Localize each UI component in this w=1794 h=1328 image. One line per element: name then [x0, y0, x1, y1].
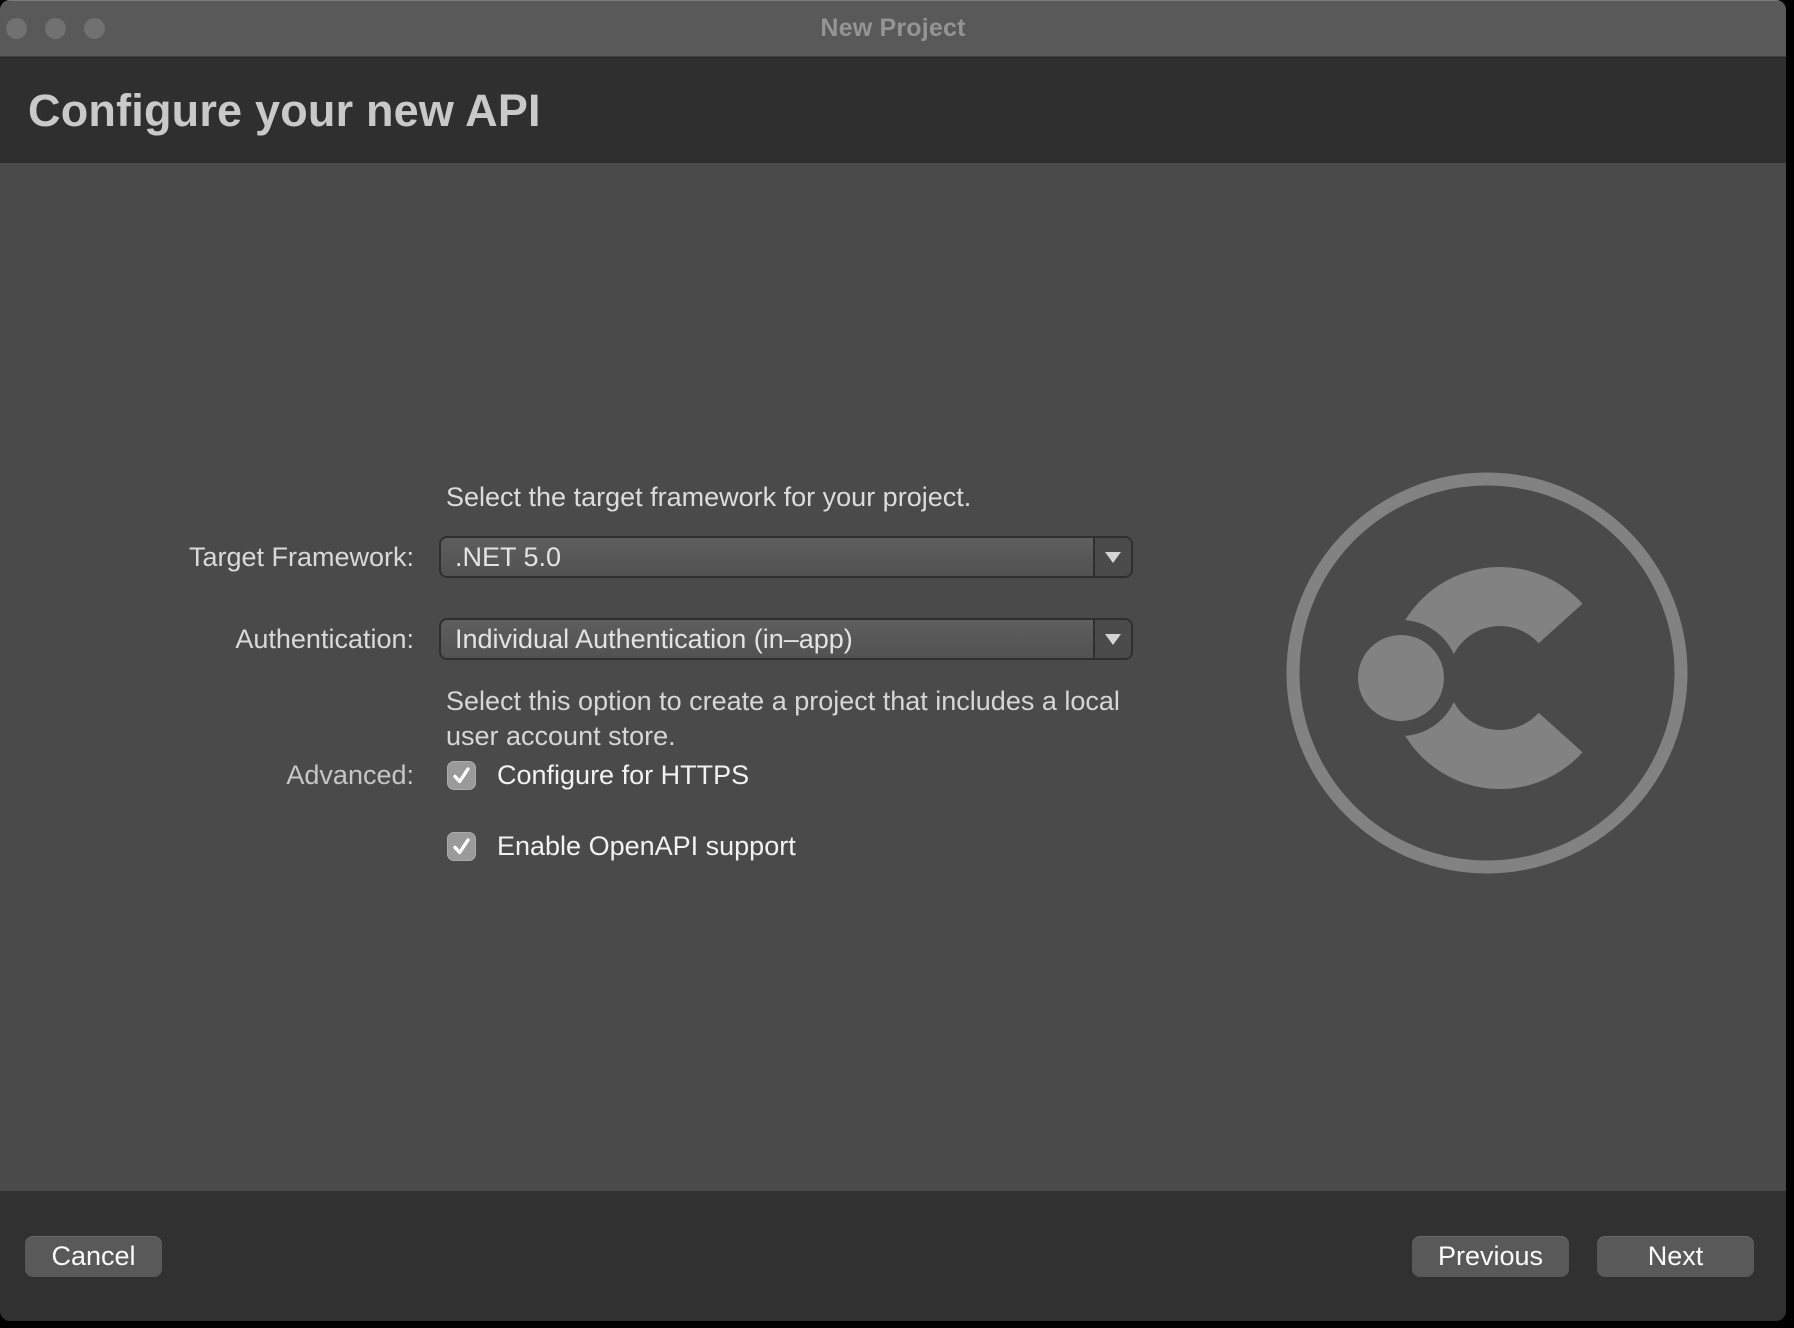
authentication-dropdown-button[interactable]	[1093, 620, 1131, 658]
close-button[interactable]	[6, 18, 27, 39]
advanced-label: Advanced:	[286, 760, 414, 790]
authentication-description-line: Select this option to create a project t…	[446, 686, 1120, 716]
authentication-description: Select this option to create a project t…	[446, 684, 1120, 754]
zoom-button[interactable]	[84, 18, 105, 39]
chevron-down-icon	[1105, 551, 1121, 563]
cancel-button[interactable]: Cancel	[25, 1236, 162, 1277]
chevron-down-icon	[1105, 633, 1121, 645]
window-controls	[6, 18, 105, 39]
page-title: Configure your new API	[28, 84, 541, 136]
window-title: New Project	[820, 14, 966, 42]
enable-openapi-checkbox[interactable]	[447, 832, 476, 861]
configure-https-row: Configure for HTTPS	[447, 760, 749, 791]
wizard-footer: Cancel Previous Next	[0, 1191, 1786, 1320]
target-framework-dropdown[interactable]: .NET 5.0	[439, 536, 1133, 578]
check-icon	[453, 838, 470, 855]
configure-https-checkbox[interactable]	[447, 761, 476, 790]
minimize-button[interactable]	[45, 18, 66, 39]
wizard-header: Configure your new API	[0, 57, 1786, 163]
enable-openapi-label: Enable OpenAPI support	[497, 831, 796, 861]
new-project-dialog: New Project Configure your new API Selec…	[0, 0, 1786, 1320]
authentication-value: Individual Authentication (in–app)	[455, 623, 853, 654]
authentication-dropdown[interactable]: Individual Authentication (in–app)	[439, 618, 1133, 660]
check-icon	[453, 767, 470, 784]
authentication-description-line: user account store.	[446, 721, 676, 751]
dotnet-api-logo-icon	[1286, 472, 1688, 874]
configure-https-label: Configure for HTTPS	[497, 760, 750, 790]
framework-intro-text: Select the target framework for your pro…	[446, 482, 972, 512]
next-button[interactable]: Next	[1597, 1236, 1754, 1277]
previous-button[interactable]: Previous	[1412, 1236, 1569, 1277]
target-framework-dropdown-button[interactable]	[1093, 538, 1131, 576]
titlebar[interactable]: New Project	[0, 0, 1786, 57]
enable-openapi-row: Enable OpenAPI support	[447, 831, 796, 862]
target-framework-label: Target Framework:	[188, 542, 414, 572]
authentication-label: Authentication:	[235, 624, 414, 654]
target-framework-value: .NET 5.0	[455, 541, 562, 572]
